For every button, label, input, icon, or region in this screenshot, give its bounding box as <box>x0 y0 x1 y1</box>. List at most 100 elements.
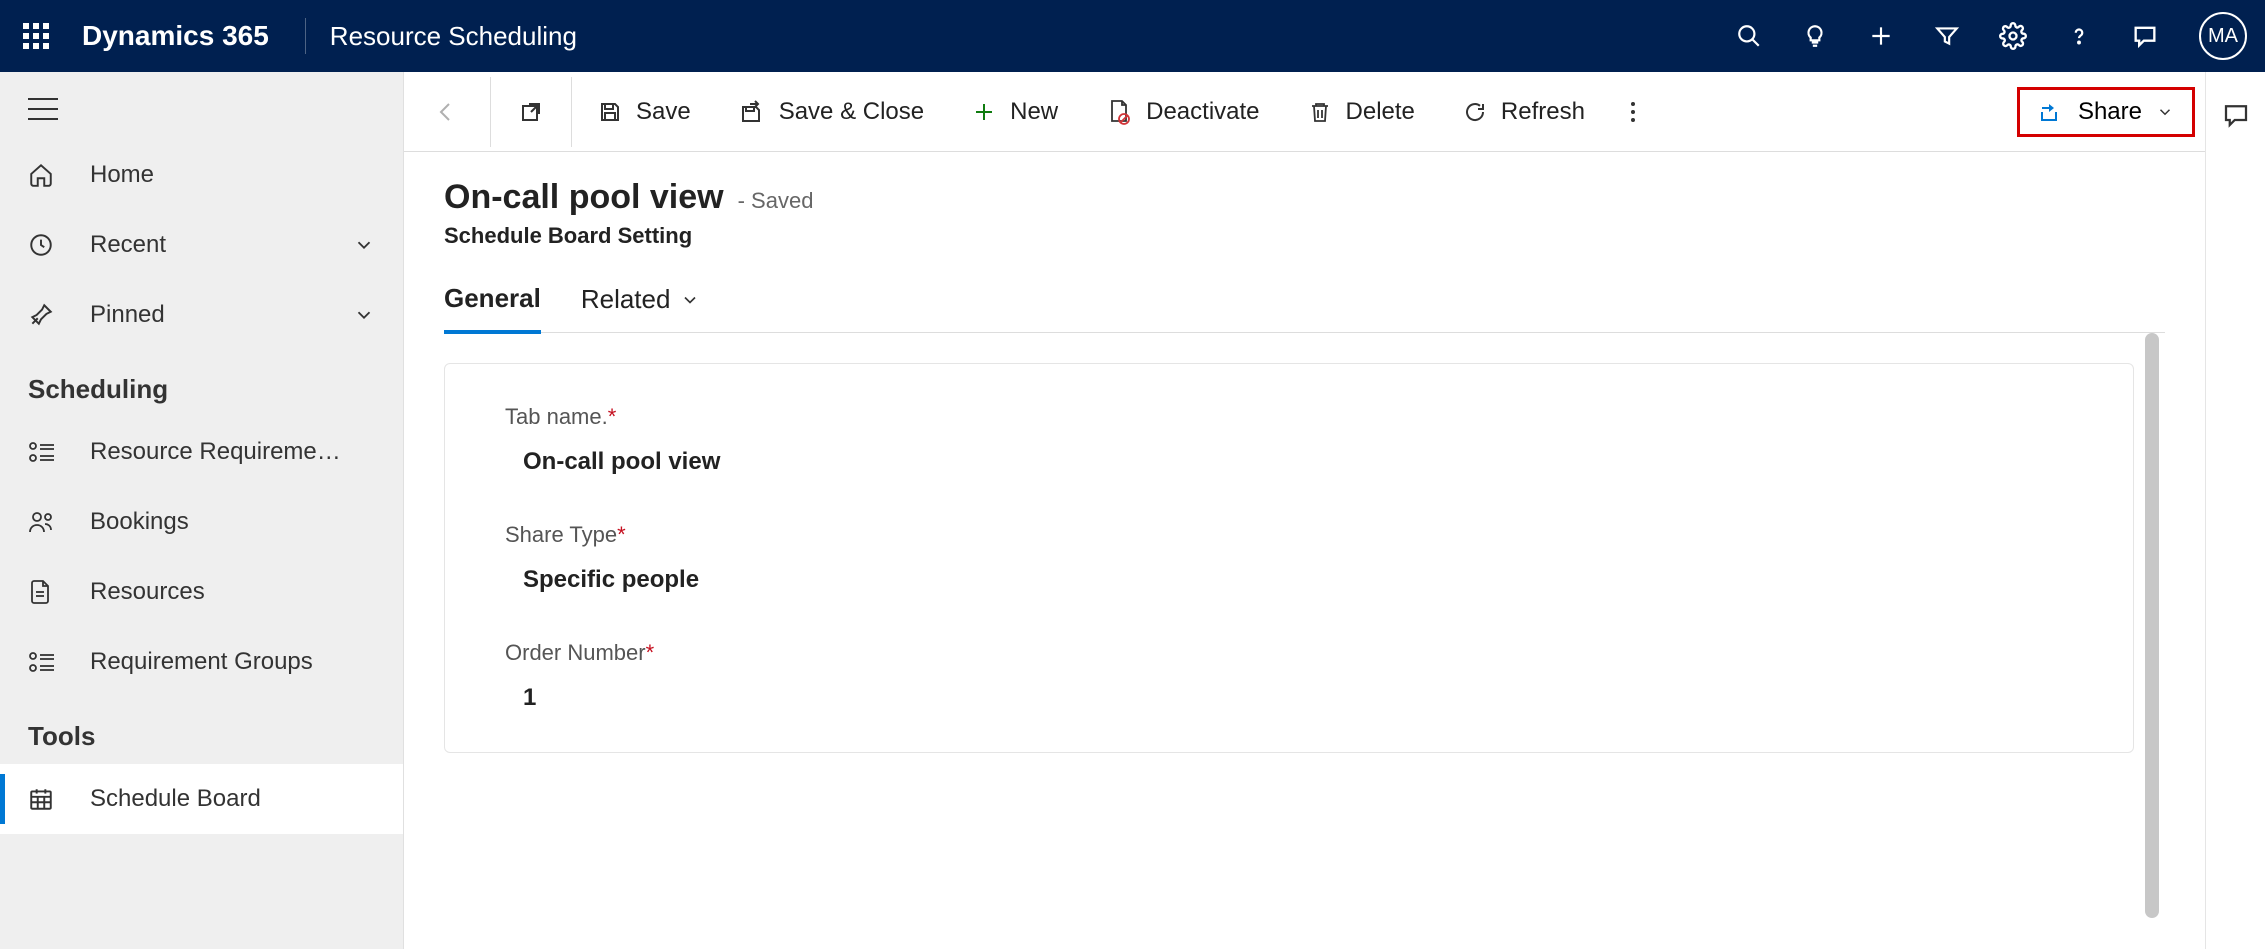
nav-recent[interactable]: Recent <box>0 210 403 280</box>
chevron-down-icon <box>680 290 700 310</box>
form-tabs: General Related <box>444 283 2165 333</box>
plus-icon <box>972 100 996 124</box>
open-new-window-button[interactable] <box>493 72 569 151</box>
nav-label: Bookings <box>90 508 403 536</box>
refresh-button[interactable]: Refresh <box>1439 72 1609 151</box>
settings-button[interactable] <box>1983 6 2043 66</box>
nav-label: Requirement Groups <box>90 648 403 676</box>
nav-label: Pinned <box>90 301 353 329</box>
deactivate-icon <box>1106 99 1132 125</box>
document-icon <box>28 579 52 605</box>
gear-icon <box>1999 22 2027 50</box>
pin-icon <box>28 302 54 328</box>
share-icon <box>2038 100 2064 124</box>
cmd-label: Refresh <box>1501 98 1585 126</box>
cmd-label: New <box>1010 98 1058 126</box>
add-button[interactable] <box>1851 6 1911 66</box>
search-icon <box>1736 23 1762 49</box>
user-avatar[interactable]: MA <box>2199 12 2247 60</box>
header-divider <box>305 18 306 54</box>
nav-label: Resources <box>90 578 403 606</box>
save-close-button[interactable]: Save & Close <box>715 72 948 151</box>
new-button[interactable]: New <box>948 72 1082 151</box>
scrollbar[interactable] <box>2145 333 2159 949</box>
cmd-label: Delete <box>1346 98 1415 126</box>
nav-resource-requirements[interactable]: Resource Requireme… <box>0 417 403 487</box>
assistant-button[interactable] <box>2115 6 2175 66</box>
open-new-window-icon <box>519 100 543 124</box>
chevron-down-icon <box>2156 103 2174 121</box>
assistant-panel-button[interactable] <box>2221 100 2251 130</box>
list-icon <box>28 651 56 673</box>
delete-button[interactable]: Delete <box>1284 72 1439 151</box>
field-label-share-type: Share Type* <box>505 522 2073 548</box>
arrow-left-icon <box>434 100 458 124</box>
field-label-tab-name: Tab name.* <box>505 404 2073 430</box>
deactivate-button[interactable]: Deactivate <box>1082 72 1283 151</box>
scrollbar-thumb[interactable] <box>2145 333 2159 918</box>
tab-label: General <box>444 283 541 314</box>
save-close-icon <box>739 99 765 125</box>
sidebar: Home Recent Pinned Scheduling Resource R… <box>0 72 404 949</box>
tab-general[interactable]: General <box>444 283 541 334</box>
calendar-icon <box>28 786 54 812</box>
chevron-down-icon <box>353 304 375 326</box>
lightbulb-icon <box>1802 23 1828 49</box>
plus-icon <box>1868 23 1894 49</box>
share-button[interactable]: Share <box>2017 87 2195 137</box>
tab-related[interactable]: Related <box>581 283 701 332</box>
nav-label: Schedule Board <box>90 785 403 813</box>
search-button[interactable] <box>1719 6 1779 66</box>
app-launcher-button[interactable] <box>0 0 72 72</box>
chat-icon <box>2131 22 2159 50</box>
nav-label: Recent <box>90 231 353 259</box>
cmd-label: Deactivate <box>1146 98 1259 126</box>
clock-icon <box>28 232 54 258</box>
record-status: - Saved <box>738 188 814 214</box>
list-icon <box>28 441 56 463</box>
refresh-icon <box>1463 100 1487 124</box>
field-value-order-number[interactable]: 1 <box>523 684 2073 712</box>
nav-home[interactable]: Home <box>0 140 403 210</box>
top-header: Dynamics 365 Resource Scheduling MA <box>0 0 2265 72</box>
nav-pinned[interactable]: Pinned <box>0 280 403 350</box>
nav-requirement-groups[interactable]: Requirement Groups <box>0 627 403 697</box>
hamburger-icon <box>28 98 58 120</box>
form-card: Tab name.* On-call pool view Share Type*… <box>444 363 2134 753</box>
save-button[interactable]: Save <box>574 72 715 151</box>
save-icon <box>598 100 622 124</box>
nav-bookings[interactable]: Bookings <box>0 487 403 557</box>
filter-button[interactable] <box>1917 6 1977 66</box>
chat-icon <box>2221 100 2251 130</box>
more-commands-button[interactable] <box>1609 72 1657 151</box>
waffle-icon <box>23 23 49 49</box>
tab-label: Related <box>581 284 671 315</box>
cmd-label: Share <box>2078 98 2142 126</box>
back-button[interactable] <box>404 72 488 151</box>
trash-icon <box>1308 100 1332 124</box>
record-entity-name: Schedule Board Setting <box>444 223 2165 249</box>
field-value-share-type[interactable]: Specific people <box>523 566 2073 594</box>
question-icon <box>2066 23 2092 49</box>
nav-schedule-board[interactable]: Schedule Board <box>0 764 403 834</box>
main-content: Save Save & Close New Deactivate Delete … <box>404 72 2205 949</box>
record-title: On-call pool view <box>444 178 724 217</box>
nav-toggle-button[interactable] <box>0 80 403 140</box>
side-rail <box>2205 72 2265 949</box>
funnel-icon <box>1934 23 1960 49</box>
nav-section-tools: Tools <box>0 697 403 764</box>
nav-label: Resource Requireme… <box>90 438 403 466</box>
app-name: Resource Scheduling <box>330 21 577 52</box>
nav-label: Home <box>90 161 403 189</box>
field-value-tab-name[interactable]: On-call pool view <box>523 448 2073 476</box>
field-label-order-number: Order Number* <box>505 640 2073 666</box>
command-bar: Save Save & Close New Deactivate Delete … <box>404 72 2205 152</box>
nav-section-scheduling: Scheduling <box>0 350 403 417</box>
header-actions: MA <box>1719 6 2247 66</box>
cmd-label: Save <box>636 98 691 126</box>
nav-resources[interactable]: Resources <box>0 557 403 627</box>
people-icon <box>28 510 56 534</box>
help-button[interactable] <box>2049 6 2109 66</box>
cmd-label: Save & Close <box>779 98 924 126</box>
lightbulb-button[interactable] <box>1785 6 1845 66</box>
